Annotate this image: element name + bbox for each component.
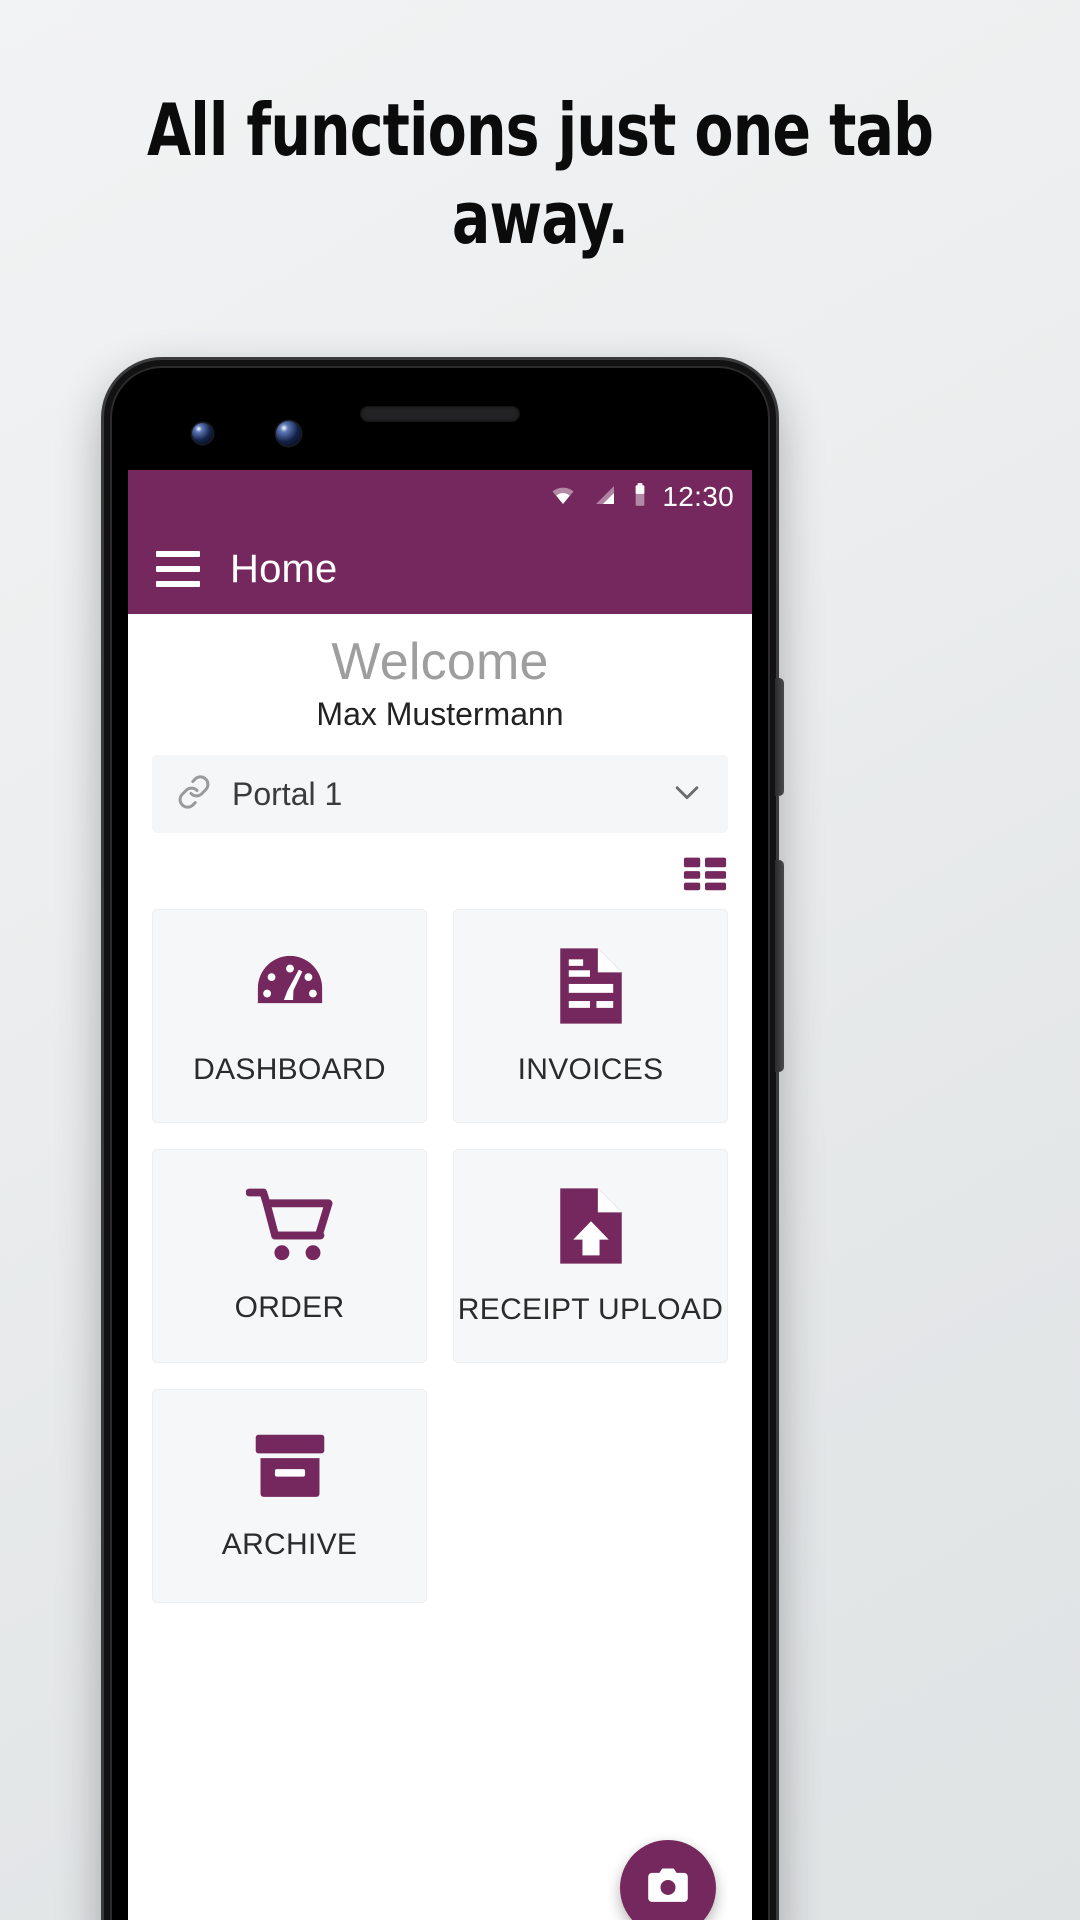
tile-receipt-upload[interactable]: RECEIPT UPLOAD (453, 1149, 728, 1363)
promo-headline: All functions just one tab away. (146, 88, 934, 260)
portal-value: Portal 1 (232, 775, 343, 812)
wifi-icon (548, 483, 578, 512)
tile-label: RECEIPT UPLOAD (457, 1293, 724, 1326)
invoice-document-icon (553, 945, 629, 1027)
phone-screen: 12:30 Home Welcome Max Mustermann Portal… (128, 470, 752, 1920)
archive-box-icon (248, 1430, 332, 1502)
front-camera-secondary-icon (276, 421, 301, 446)
front-camera-icon (192, 423, 213, 444)
chevron-down-icon[interactable] (670, 775, 704, 814)
volume-button[interactable] (775, 860, 784, 1072)
tile-order[interactable]: ORDER (152, 1149, 427, 1363)
earpiece-speaker (360, 406, 520, 422)
signal-icon (591, 483, 619, 512)
gauge-icon (249, 945, 331, 1027)
document-upload-icon (553, 1185, 629, 1267)
function-tile-grid: DASHBOARD INVOICES ORDER RECEIPT UPLOAD … (128, 893, 752, 1627)
list-view-icon[interactable] (682, 853, 728, 893)
portal-selector[interactable]: Portal 1 (152, 755, 728, 833)
tile-archive[interactable]: ARCHIVE (152, 1389, 427, 1603)
tile-dashboard[interactable]: DASHBOARD (152, 909, 427, 1123)
phone-device-frame: 12:30 Home Welcome Max Mustermann Portal… (104, 360, 784, 1920)
tile-label: ORDER (234, 1291, 345, 1324)
home-content: Welcome Max Mustermann Portal 1 DASHBOAR… (128, 614, 752, 1627)
hamburger-menu-icon[interactable] (156, 551, 200, 587)
status-bar: 12:30 (128, 470, 752, 524)
welcome-label: Welcome (331, 633, 549, 691)
camera-fab-button[interactable] (620, 1840, 716, 1920)
tile-invoices[interactable]: INVOICES (453, 909, 728, 1123)
page-title: Home (230, 546, 338, 591)
shopping-cart-icon (244, 1187, 334, 1265)
link-icon (176, 774, 212, 815)
power-button[interactable] (775, 678, 784, 796)
view-toggle-row (128, 833, 752, 893)
user-name: Max Mustermann (316, 696, 564, 732)
status-bar-clock: 12:30 (662, 481, 734, 512)
tile-label: DASHBOARD (193, 1053, 386, 1086)
tile-label: ARCHIVE (221, 1528, 358, 1561)
app-bar: Home (128, 524, 752, 614)
tile-label: INVOICES (517, 1053, 664, 1086)
status-bar-icons (548, 482, 648, 513)
battery-icon (632, 482, 648, 513)
camera-icon (643, 1861, 693, 1916)
